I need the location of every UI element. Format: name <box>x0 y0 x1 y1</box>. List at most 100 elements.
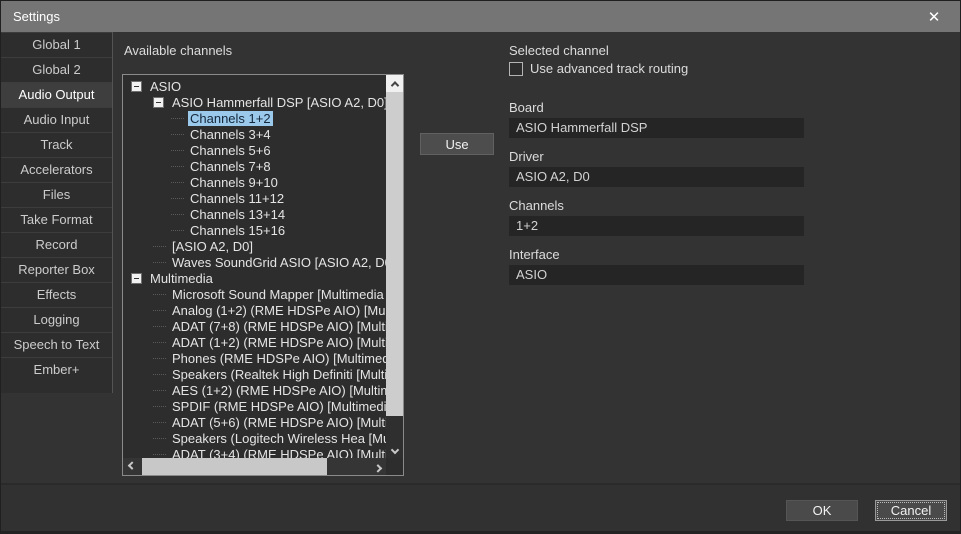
tree-item[interactable]: AES (1+2) (RME HDSPe AIO) [Multimedia V1… <box>123 382 386 398</box>
horizontal-scroll-thumb[interactable] <box>142 458 327 475</box>
sidebar-item-accelerators[interactable]: Accelerators <box>1 157 112 182</box>
tree-item-label: AES (1+2) (RME HDSPe AIO) [Multimedia V1… <box>170 383 386 398</box>
tree-item-label: Waves SoundGrid ASIO [ASIO A2, D0] <box>170 255 386 270</box>
tree-item[interactable]: ADAT (5+6) (RME HDSPe AIO) [Multimedia V… <box>123 414 386 430</box>
horizontal-scrollbar[interactable] <box>123 458 386 475</box>
collapse-icon[interactable] <box>131 81 142 92</box>
tree-item-label: Channels 13+14 <box>188 207 287 222</box>
sidebar-item-files[interactable]: Files <box>1 182 112 207</box>
sidebar-item-audio-output[interactable]: Audio Output <box>1 82 112 107</box>
tree-item[interactable]: Phones (RME HDSPe AIO) [Multimedia V10.0… <box>123 350 386 366</box>
sidebar-item-global-2[interactable]: Global 2 <box>1 57 112 82</box>
tree-item[interactable]: ADAT (1+2) (RME HDSPe AIO) [Multimedia V… <box>123 334 386 350</box>
tree-connector <box>153 358 166 359</box>
tree-item[interactable]: Channels 1+2 <box>123 110 386 126</box>
tree-connector <box>153 310 166 311</box>
scroll-left-icon[interactable] <box>123 458 140 475</box>
tree-connector <box>153 390 166 391</box>
settings-dialog: Settings ✕ Global 1Global 2Audio OutputA… <box>0 0 961 534</box>
tree-item-label: [ASIO A2, D0] <box>170 239 255 254</box>
driver-field[interactable]: ASIO A2, D0 <box>509 167 804 187</box>
board-field[interactable]: ASIO Hammerfall DSP <box>509 118 804 138</box>
tree-item-label: Microsoft Sound Mapper [Multimedia V5.0] <box>170 287 386 302</box>
vertical-scrollbar[interactable] <box>386 75 403 458</box>
tree-item-label: ADAT (5+6) (RME HDSPe AIO) [Multimedia V… <box>170 415 386 430</box>
tree-item-label: Speakers (Logitech Wireless Hea [Multime… <box>170 431 386 446</box>
vertical-scroll-thumb[interactable] <box>386 92 403 416</box>
tree-connector <box>171 150 184 151</box>
collapse-icon[interactable] <box>131 273 142 284</box>
tree-item-label: ASIO Hammerfall DSP [ASIO A2, D0] <box>170 95 386 110</box>
sidebar-item-reporter-box[interactable]: Reporter Box <box>1 257 112 282</box>
window-title: Settings <box>13 9 60 24</box>
tree-connector <box>153 438 166 439</box>
tree-item[interactable]: Channels 9+10 <box>123 174 386 190</box>
title-bar: Settings ✕ <box>1 1 960 32</box>
tree-item[interactable]: Speakers (Realtek High Definiti [Multime… <box>123 366 386 382</box>
tree-item[interactable]: Channels 15+16 <box>123 222 386 238</box>
sidebar-item-record[interactable]: Record <box>1 232 112 257</box>
sidebar-item-effects[interactable]: Effects <box>1 282 112 307</box>
tree-connector <box>153 374 166 375</box>
tree-item[interactable]: ADAT (7+8) (RME HDSPe AIO) [Multimedia V… <box>123 318 386 334</box>
tree-item-label: ASIO <box>148 79 183 94</box>
tree-item-label: Channels 3+4 <box>188 127 273 142</box>
tree-item[interactable]: Channels 7+8 <box>123 158 386 174</box>
tree-connector <box>153 326 166 327</box>
tree-connector <box>153 246 166 247</box>
selected-channel-heading: Selected channel <box>509 43 609 58</box>
tree-connector <box>171 230 184 231</box>
tree-item[interactable]: ADAT (3+4) (RME HDSPe AIO) [Multimedia V… <box>123 446 386 458</box>
scroll-down-icon[interactable] <box>386 441 403 458</box>
tree-item[interactable]: ASIO Hammerfall DSP [ASIO A2, D0] <box>123 94 386 110</box>
tree-item[interactable]: ASIO <box>123 78 386 94</box>
close-icon[interactable]: ✕ <box>918 1 950 32</box>
tree-item[interactable]: [ASIO A2, D0] <box>123 238 386 254</box>
ok-button[interactable]: OK <box>786 500 858 521</box>
sidebar-item-audio-input[interactable]: Audio Input <box>1 107 112 132</box>
tree-item-label: Channels 7+8 <box>188 159 273 174</box>
tree-item[interactable]: Microsoft Sound Mapper [Multimedia V5.0] <box>123 286 386 302</box>
channel-listbox: ASIOASIO Hammerfall DSP [ASIO A2, D0]Cha… <box>122 74 404 476</box>
interface-label: Interface <box>509 247 560 262</box>
tree-connector <box>171 198 184 199</box>
advanced-routing-label: Use advanced track routing <box>530 61 688 76</box>
tree-item[interactable]: SPDIF (RME HDSPe AIO) [Multimedia V10.0] <box>123 398 386 414</box>
driver-label: Driver <box>509 149 544 164</box>
cancel-button[interactable]: Cancel <box>875 500 947 521</box>
checkbox-icon[interactable] <box>509 62 523 76</box>
tree-item-label: Phones (RME HDSPe AIO) [Multimedia V10.0… <box>170 351 386 366</box>
sidebar-item-speech-to-text[interactable]: Speech to Text <box>1 332 112 357</box>
tree-item-label: Channels 9+10 <box>188 175 280 190</box>
tree-connector <box>171 118 184 119</box>
sidebar-item-global-1[interactable]: Global 1 <box>1 32 112 57</box>
tree-connector <box>153 454 166 455</box>
interface-field[interactable]: ASIO <box>509 265 804 285</box>
use-button[interactable]: Use <box>420 133 494 155</box>
channels-field[interactable]: 1+2 <box>509 216 804 236</box>
tree-item[interactable]: Channels 11+12 <box>123 190 386 206</box>
tree-item[interactable]: Analog (1+2) (RME HDSPe AIO) [Multimedia… <box>123 302 386 318</box>
tree-connector <box>153 406 166 407</box>
scroll-up-icon[interactable] <box>386 75 403 92</box>
tree-item[interactable]: Speakers (Logitech Wireless Hea [Multime… <box>123 430 386 446</box>
tree-connector <box>171 134 184 135</box>
tree-item[interactable]: Channels 3+4 <box>123 126 386 142</box>
advanced-routing-checkbox-row[interactable]: Use advanced track routing <box>509 61 688 76</box>
tree-item[interactable]: Multimedia <box>123 270 386 286</box>
sidebar-item-track[interactable]: Track <box>1 132 112 157</box>
sidebar-item-ember-[interactable]: Ember+ <box>1 357 112 382</box>
tree-connector <box>153 342 166 343</box>
collapse-icon[interactable] <box>153 97 164 108</box>
tree-item-label: ADAT (1+2) (RME HDSPe AIO) [Multimedia V… <box>170 335 386 350</box>
tree-item-label: Channels 15+16 <box>188 223 287 238</box>
tree-connector <box>171 166 184 167</box>
footer: OK Cancel <box>1 485 960 532</box>
tree-item[interactable]: Channels 5+6 <box>123 142 386 158</box>
sidebar-item-take-format[interactable]: Take Format <box>1 207 112 232</box>
sidebar-item-logging[interactable]: Logging <box>1 307 112 332</box>
tree-item[interactable]: Channels 13+14 <box>123 206 386 222</box>
scroll-right-icon[interactable] <box>369 458 386 475</box>
tree-item[interactable]: Waves SoundGrid ASIO [ASIO A2, D0] <box>123 254 386 270</box>
tree-item-label: Channels 1+2 <box>188 111 273 126</box>
